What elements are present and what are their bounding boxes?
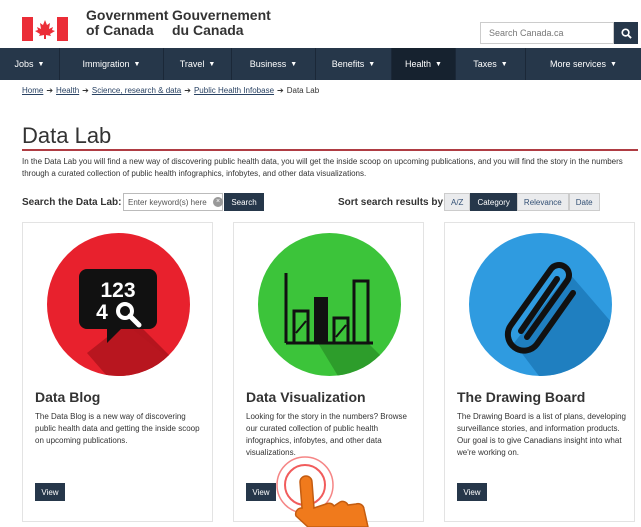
card-title[interactable]: The Drawing Board bbox=[457, 389, 585, 405]
page-title: Data Lab bbox=[22, 123, 112, 148]
sort-label: Sort search results by: bbox=[338, 197, 447, 208]
arrow-right-icon: ➔ bbox=[184, 86, 191, 95]
site-search-button[interactable] bbox=[614, 22, 638, 44]
menu-label: Health bbox=[405, 59, 432, 69]
data-lab-search-input[interactable]: Enter keyword(s) here bbox=[123, 193, 223, 211]
menu-label: Taxes bbox=[473, 59, 497, 69]
menu-business[interactable]: Business ▼ bbox=[232, 48, 316, 80]
card-description: The Data Blog is a new way of discoverin… bbox=[35, 412, 200, 445]
menu-label: More services bbox=[550, 59, 607, 69]
government-name-en[interactable]: Government of Canada bbox=[86, 8, 176, 38]
chevron-down-icon: ▼ bbox=[610, 60, 617, 68]
card-title[interactable]: Data Visualization bbox=[246, 389, 366, 405]
menu-immigration[interactable]: Immigration ▼ bbox=[60, 48, 164, 80]
intro-text: In the Data Lab you will find a new way … bbox=[22, 157, 623, 178]
view-button[interactable]: View bbox=[35, 483, 65, 501]
menu-label: Benefits bbox=[331, 59, 365, 69]
search-icon bbox=[620, 27, 632, 39]
sort-date-button[interactable]: Date bbox=[568, 193, 600, 211]
numbers-magnifier-icon[interactable]: 123 4 bbox=[47, 233, 190, 376]
clear-icon[interactable]: × bbox=[213, 197, 223, 207]
breadcrumb-science[interactable]: Science, research & data bbox=[92, 86, 181, 95]
breadcrumb-health[interactable]: Health bbox=[56, 86, 79, 95]
arrow-right-icon: ➔ bbox=[46, 86, 54, 95]
chevron-down-icon: ▼ bbox=[500, 60, 508, 68]
sort-category-button[interactable]: Category bbox=[470, 193, 517, 211]
chevron-down-icon: ▼ bbox=[133, 60, 141, 68]
breadcrumb-infobase[interactable]: Public Health Infobase bbox=[194, 86, 274, 95]
menu-health[interactable]: Health ▼ bbox=[392, 48, 456, 80]
data-lab-search-button[interactable]: Search bbox=[224, 193, 264, 211]
menu-more-services[interactable]: More services ▼ bbox=[526, 48, 641, 80]
bar-chart-icon[interactable] bbox=[258, 233, 401, 376]
chevron-down-icon: ▼ bbox=[435, 60, 442, 68]
breadcrumb: Home ➔ Health ➔ Science, research & data ➔ Pub… bbox=[22, 86, 319, 95]
menu-label: Business bbox=[249, 59, 287, 69]
chevron-down-icon: ▼ bbox=[37, 60, 45, 68]
card-title[interactable]: Data Blog bbox=[35, 389, 100, 405]
menu-taxes[interactable]: Taxes ▼ bbox=[456, 48, 526, 80]
data-lab-search-label: Search the Data Lab: bbox=[22, 197, 122, 208]
main-menu: Jobs ▼ Immigration ▼ Travel ▼ Business ▼ Ben… bbox=[0, 48, 641, 80]
menu-travel[interactable]: Travel ▼ bbox=[164, 48, 232, 80]
image-text-top: 123 bbox=[100, 279, 135, 302]
menu-label: Jobs bbox=[14, 59, 34, 69]
card-drawing-board: The Drawing Board The Drawing Board is a… bbox=[444, 222, 635, 522]
government-name-fr[interactable]: Gouvernement du Canada bbox=[172, 8, 282, 38]
site-header: Government of Canada Gouvernement du Can… bbox=[0, 0, 641, 46]
title-underline bbox=[22, 149, 638, 151]
image-text-bottom: 4 bbox=[96, 301, 108, 324]
breadcrumb-current: Data Lab bbox=[286, 86, 320, 95]
view-button[interactable]: View bbox=[457, 483, 487, 501]
menu-benefits[interactable]: Benefits ▼ bbox=[316, 48, 392, 80]
pointing-hand-cursor-icon bbox=[276, 456, 369, 527]
canada-flag-icon[interactable] bbox=[22, 17, 68, 41]
arrow-right-icon: ➔ bbox=[277, 86, 284, 95]
arrow-right-icon: ➔ bbox=[82, 86, 89, 95]
menu-label: Immigration bbox=[82, 59, 130, 69]
chevron-down-icon: ▼ bbox=[368, 60, 376, 68]
chevron-down-icon: ▼ bbox=[290, 60, 298, 68]
chevron-down-icon: ▼ bbox=[208, 60, 216, 68]
menu-jobs[interactable]: Jobs ▼ bbox=[0, 48, 60, 80]
breadcrumb-home[interactable]: Home bbox=[22, 86, 43, 95]
sort-az-button[interactable]: A/Z bbox=[444, 193, 471, 211]
paperclip-icon[interactable] bbox=[469, 233, 612, 376]
site-search-input[interactable]: Search Canada.ca bbox=[480, 22, 614, 44]
sort-options: A/Z Category Relevance Date bbox=[444, 193, 600, 211]
menu-label: Travel bbox=[179, 59, 205, 69]
card-data-blog: 123 4 Data Blog The Data Blog is a new w… bbox=[22, 222, 213, 522]
sort-relevance-button[interactable]: Relevance bbox=[516, 193, 569, 211]
card-description: The Drawing Board is a list of plans, de… bbox=[457, 412, 626, 457]
